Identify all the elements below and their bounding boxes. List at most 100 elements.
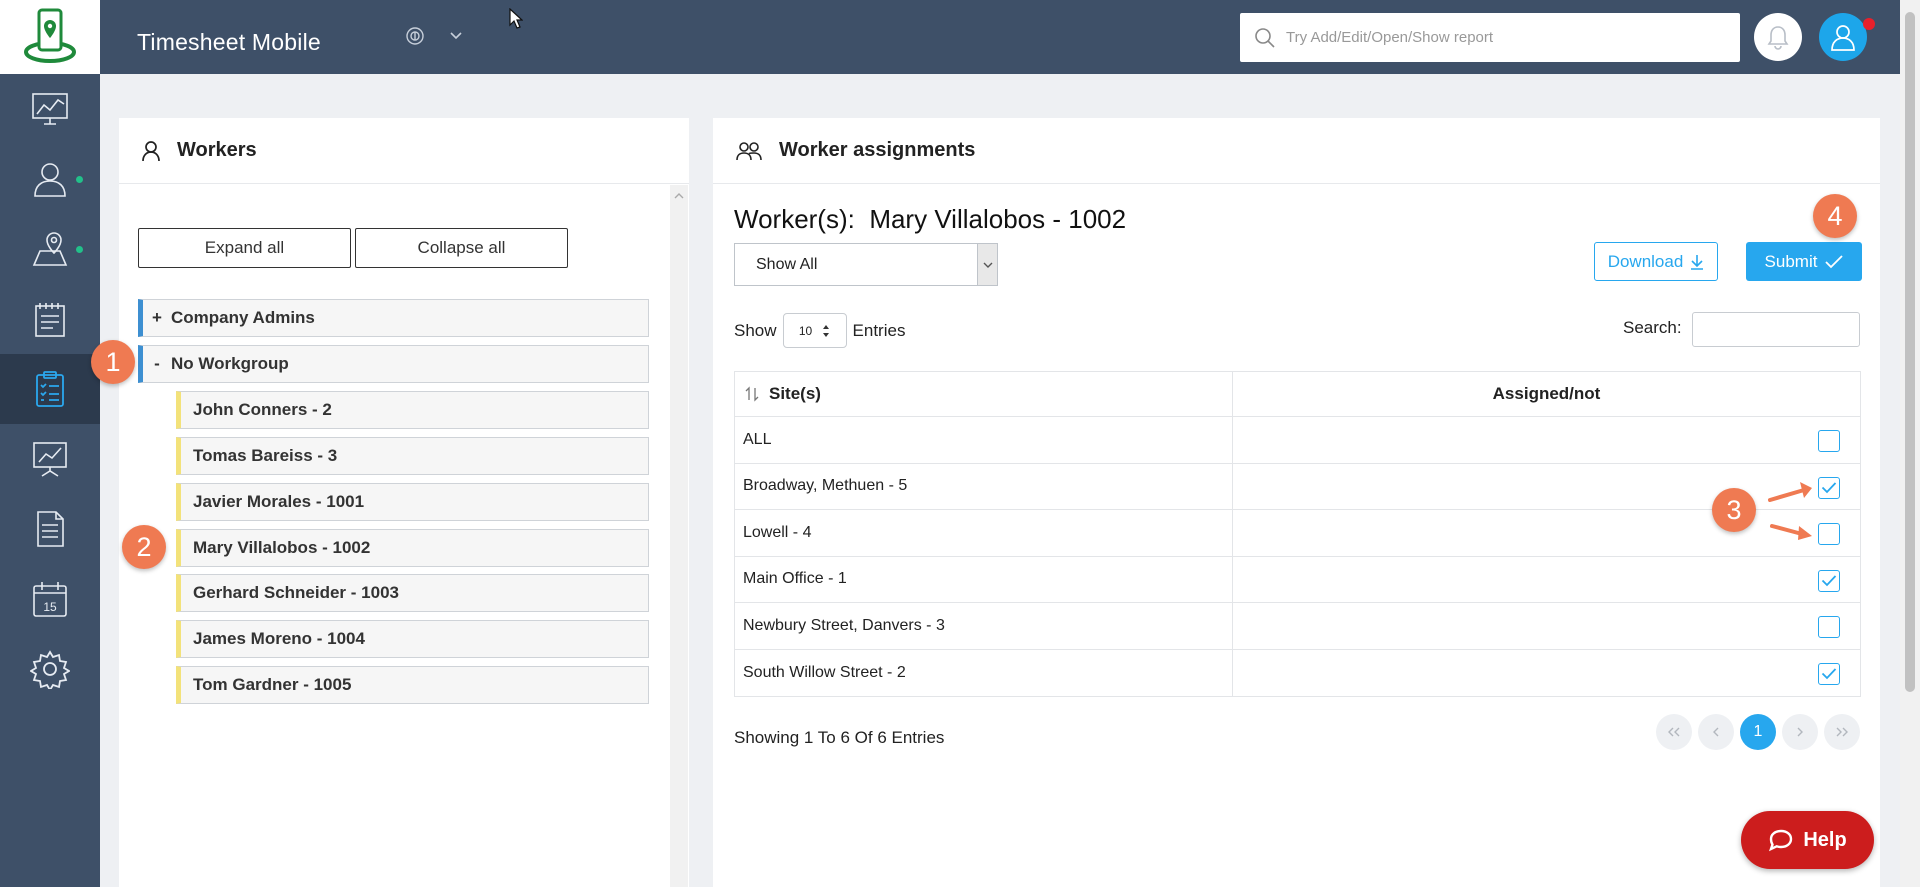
column-assigned-label: Assigned/not: [1492, 384, 1601, 403]
workers-panel-header: Workers: [119, 118, 689, 184]
worker-item[interactable]: Tom Gardner - 1005: [176, 666, 649, 704]
workers-icon: [34, 163, 66, 197]
assigned-checkbox[interactable]: [1818, 476, 1840, 499]
nav-reports[interactable]: [0, 424, 100, 494]
page-button-current[interactable]: 1: [1740, 714, 1776, 750]
show-label: Show: [734, 320, 777, 340]
help-button[interactable]: Help: [1741, 811, 1874, 869]
worker-item[interactable]: James Moreno - 1004: [176, 620, 649, 658]
logo-phone-pin-icon: [24, 8, 76, 63]
assignment-filter-select[interactable]: Show All: [734, 243, 998, 286]
worker-item-selected[interactable]: Mary Villalobos - 1002: [176, 529, 649, 567]
workers-list-scrollbar[interactable]: [670, 185, 688, 887]
expand-all-button[interactable]: Expand all: [138, 228, 351, 268]
site-name: South Willow Street - 2: [735, 649, 1233, 696]
nav-calendar[interactable]: 15: [0, 564, 100, 634]
dashboard-chart-icon: [32, 93, 68, 125]
nav-sites-map[interactable]: [0, 214, 100, 284]
next-page-button[interactable]: [1782, 714, 1818, 750]
download-label: Download: [1607, 251, 1684, 271]
collapse-all-button[interactable]: Collapse all: [355, 228, 568, 268]
user-icon: [1831, 25, 1855, 51]
entries-per-page-select[interactable]: 10: [782, 313, 847, 348]
site-name: Main Office - 1: [735, 556, 1233, 602]
scrollbar-thumb[interactable]: [1905, 12, 1915, 692]
table-info: Showing 1 To 6 Of 6 Entries: [734, 728, 945, 747]
table-row: Main Office - 1: [735, 556, 1860, 603]
assigned-checkbox[interactable]: [1818, 662, 1840, 685]
assigned-checkbox[interactable]: [1818, 523, 1840, 545]
entries-label: Entries: [852, 320, 906, 340]
nav-workers[interactable]: [0, 144, 100, 214]
worker-item[interactable]: Tomas Bareiss - 3: [176, 437, 649, 475]
worker-item[interactable]: John Conners - 2: [176, 391, 649, 429]
status-dot: [76, 246, 83, 253]
assignments-panel-header: Worker assignments: [713, 118, 1880, 184]
site-name: Broadway, Methuen - 5: [735, 463, 1233, 509]
worker-heading-label: Worker(s):: [734, 204, 855, 234]
bell-icon: [1767, 26, 1789, 50]
table-row: Lowell - 4: [735, 510, 1860, 557]
expand-toggle[interactable]: +: [143, 308, 171, 328]
nav-assignments[interactable]: [0, 354, 100, 424]
chevron-down-icon: [983, 262, 992, 268]
selected-worker-heading: Worker(s): Mary Villalobos - 1002: [734, 204, 1126, 235]
assigned-checkbox[interactable]: [1818, 430, 1840, 452]
person-icon: [142, 140, 160, 161]
calendar-icon: 15: [33, 582, 67, 617]
collapse-toggle[interactable]: -: [143, 354, 171, 374]
assigned-checkbox[interactable]: [1818, 616, 1840, 638]
nav-clipboard-notes[interactable]: [0, 284, 100, 354]
checkmark-icon: [1821, 482, 1837, 494]
entries-length-control: Show 10 Entries: [734, 313, 905, 348]
chevron-down-icon: [450, 32, 462, 40]
table-search-input[interactable]: [1692, 312, 1860, 347]
table-row: Broadway, Methuen - 5: [735, 463, 1860, 510]
top-bar: Timesheet Mobile: [100, 0, 1900, 74]
last-page-button[interactable]: [1824, 714, 1860, 750]
annotation-badge-2: 2: [122, 525, 166, 569]
previous-page-button[interactable]: [1698, 714, 1734, 750]
column-sites[interactable]: Site(s): [735, 372, 1233, 416]
column-sites-label: Site(s): [769, 384, 821, 403]
sidebar: 15: [0, 0, 100, 887]
checkmark-icon: [1825, 254, 1844, 268]
nav-settings[interactable]: [0, 634, 100, 704]
submit-button[interactable]: Submit: [1746, 242, 1862, 281]
annotation-badge-1: 1: [91, 340, 135, 384]
dropdown-arrow[interactable]: [977, 244, 997, 285]
table-row: South Willow Street - 2: [735, 649, 1860, 696]
checkmark-icon: [1821, 668, 1837, 680]
worker-item[interactable]: Gerhard Schneider - 1003: [176, 574, 649, 612]
assigned-checkbox[interactable]: [1818, 569, 1840, 592]
chevron-right-icon: [1797, 727, 1803, 737]
chevron-left-icon: [1713, 727, 1719, 737]
scroll-up-icon[interactable]: [670, 189, 688, 203]
group-company-admins[interactable]: + Company Admins: [138, 299, 649, 337]
nav-documents[interactable]: [0, 494, 100, 564]
notification-badge: [1863, 18, 1875, 30]
sites-table: Site(s) Assigned/not ALL Broadway, Methu…: [734, 371, 1861, 697]
annotation-badge-3: 3: [1712, 488, 1756, 532]
help-label: Help: [1803, 828, 1847, 851]
status-dot: [76, 176, 83, 183]
group-no-workgroup[interactable]: - No Workgroup: [138, 345, 649, 383]
double-chevron-right-icon: [1836, 727, 1848, 737]
app-logo[interactable]: [0, 0, 100, 74]
nav-dashboard[interactable]: [0, 74, 100, 144]
notifications-button[interactable]: [1754, 13, 1802, 61]
map-location-icon: [32, 232, 68, 266]
annotation-arrows: [1768, 482, 1812, 540]
site-name: Lowell - 4: [735, 510, 1233, 556]
language-selector[interactable]: [405, 26, 463, 46]
language-globe-icon: [406, 27, 424, 45]
user-menu-button[interactable]: [1819, 13, 1867, 61]
report-search-input[interactable]: [1286, 29, 1726, 46]
worker-item[interactable]: Javier Morales - 1001: [176, 483, 649, 521]
first-page-button[interactable]: [1656, 714, 1692, 750]
report-search[interactable]: [1240, 13, 1740, 62]
page-scrollbar[interactable]: [1900, 0, 1920, 887]
assignments-panel-title: Worker assignments: [779, 139, 976, 161]
download-button[interactable]: Download: [1594, 242, 1718, 281]
table-row: ALL: [735, 417, 1860, 464]
